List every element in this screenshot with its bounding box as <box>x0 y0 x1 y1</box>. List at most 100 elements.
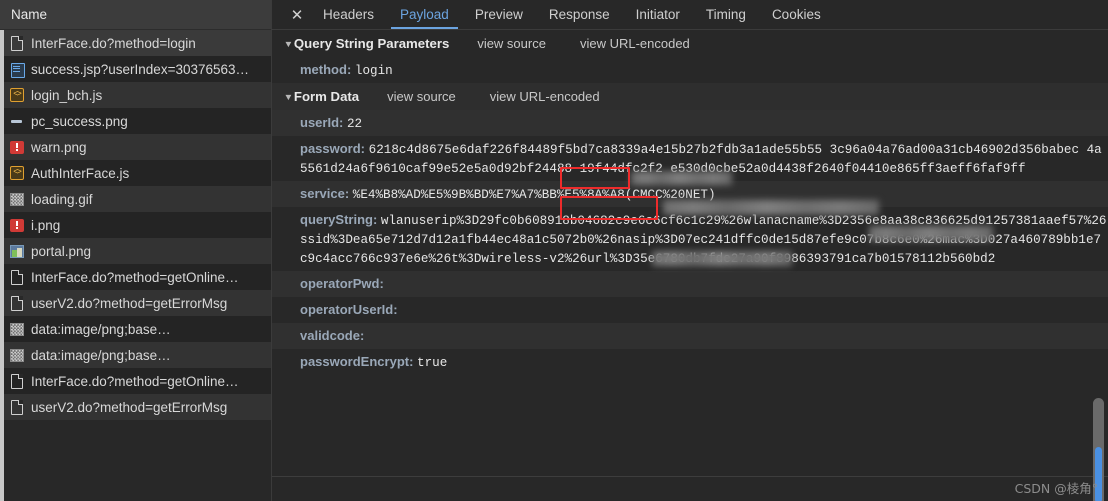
parameter-key: queryString: <box>300 211 378 227</box>
parameter-row: userId: 22 <box>272 110 1108 136</box>
parameter-row: operatorUserId: <box>272 297 1108 323</box>
request-list-item-label: warn.png <box>31 139 87 155</box>
parameter-key: passwordEncrypt: <box>300 353 414 369</box>
request-list-item-label: InterFace.do?method=getOnline… <box>31 373 239 389</box>
document-icon <box>10 374 24 389</box>
request-list-item[interactable]: i.png <box>0 212 271 238</box>
form-data-header[interactable]: ▼ Form Data view source view URL-encoded <box>272 83 1108 110</box>
section-divider <box>272 476 1108 477</box>
request-list-item-label: AuthInterFace.js <box>31 165 130 181</box>
request-list: InterFace.do?method=login success.jsp?use… <box>0 30 271 420</box>
form-data-title: Form Data <box>293 89 360 104</box>
tab-label: Cookies <box>771 7 821 22</box>
parameter-row: passwordEncrypt: true <box>272 349 1108 375</box>
tab-initiator[interactable]: Initiator <box>623 0 693 29</box>
request-list-item-label: data:image/png;base… <box>31 321 171 337</box>
request-list-item[interactable]: data:image/png;base… <box>0 342 271 368</box>
request-list-item[interactable]: portal.png <box>0 238 271 264</box>
request-list-item[interactable]: loading.gif <box>0 186 271 212</box>
tab-label: Headers <box>323 7 375 22</box>
parameter-key: userId: <box>300 114 344 130</box>
column-header-name[interactable]: Name <box>0 0 271 30</box>
image-icon <box>10 192 24 206</box>
request-list-item-label: pc_success.png <box>31 113 128 129</box>
red-warning-image-icon <box>10 140 24 154</box>
form-data-view-source-link[interactable]: view source <box>387 89 456 104</box>
parameter-row: method: login <box>272 57 1108 83</box>
script-icon <box>10 88 24 102</box>
tab-headers[interactable]: Headers <box>310 0 387 29</box>
query-string-view-url-encoded-link[interactable]: view URL-encoded <box>580 36 690 51</box>
request-list-item-label: portal.png <box>31 243 92 259</box>
dash-image-icon <box>10 114 24 128</box>
parameter-row: operatorPwd: <box>272 271 1108 297</box>
parameter-value[interactable]: login <box>355 64 393 78</box>
form-data-parameter-rows: userId: 22 password: 6218c4d8675e6daf226f… <box>272 110 1108 375</box>
network-request-list-panel: Name InterFace.do?method=login success.js… <box>0 0 272 501</box>
redacted-password-line1 <box>663 200 879 215</box>
redacted-password-line3 <box>652 251 792 266</box>
parameter-key: method: <box>300 61 352 77</box>
tab-preview[interactable]: Preview <box>462 0 536 29</box>
request-list-item[interactable]: AuthInterFace.js <box>0 160 271 186</box>
parameter-key: operatorUserId: <box>300 301 398 317</box>
parameter-value[interactable]: %E4%B8%AD%E5%9B%BD%E7%A7%BB%E5%8A%A8(CMC… <box>353 188 716 202</box>
parameter-value[interactable]: 22 <box>347 117 362 131</box>
sidebar-vertical-scrollbar[interactable] <box>0 30 4 501</box>
request-list-item[interactable]: success.jsp?userIndex=30376563… <box>0 56 271 82</box>
request-list-item-label: InterFace.do?method=getOnline… <box>31 269 239 285</box>
request-list-item[interactable]: login_bch.js <box>0 82 271 108</box>
request-list-item-label: data:image/png;base… <box>31 347 171 363</box>
tab-timing[interactable]: Timing <box>693 0 759 29</box>
parameter-row: validcode: <box>272 323 1108 349</box>
chevron-down-icon[interactable]: ▼ <box>284 92 294 102</box>
parameter-key: validcode: <box>300 327 365 343</box>
query-string-parameter-rows: method: login <box>272 57 1108 83</box>
request-list-item[interactable]: warn.png <box>0 134 271 160</box>
document-icon <box>10 270 24 285</box>
column-header-name-label: Name <box>11 7 48 22</box>
request-list-item[interactable]: InterFace.do?method=getOnline… <box>0 368 271 394</box>
color-image-icon <box>10 244 24 258</box>
request-list-item-label: InterFace.do?method=login <box>31 35 196 51</box>
html-document-icon <box>10 62 25 78</box>
detail-tabbar: ✕ Headers Payload Preview Response Initiator… <box>272 0 1108 30</box>
request-list-item-label: userV2.do?method=getErrorMsg <box>31 399 228 415</box>
request-list-item-label: i.png <box>31 217 61 233</box>
image-icon <box>10 322 24 336</box>
tab-label: Initiator <box>635 7 680 22</box>
request-list-item[interactable]: InterFace.do?method=login <box>0 30 271 56</box>
document-icon <box>10 296 24 311</box>
request-list-item[interactable]: userV2.do?method=getErrorMsg <box>0 290 271 316</box>
tab-label: Payload <box>400 7 449 22</box>
document-icon <box>10 400 24 415</box>
request-list-item[interactable]: userV2.do?method=getErrorMsg <box>0 394 271 420</box>
chevron-down-icon[interactable]: ▼ <box>284 39 294 49</box>
script-icon <box>10 166 24 180</box>
request-list-item-label: success.jsp?userIndex=30376563… <box>31 61 250 77</box>
request-list-item[interactable]: data:image/png;base… <box>0 316 271 342</box>
request-list-item[interactable]: pc_success.png <box>0 108 271 134</box>
request-list-item-label: loading.gif <box>31 191 93 207</box>
tab-label: Response <box>548 7 610 22</box>
request-list-item-label: userV2.do?method=getErrorMsg <box>31 295 228 311</box>
tab-label: Timing <box>705 7 746 22</box>
parameter-key: password: <box>300 140 366 156</box>
close-icon[interactable]: ✕ <box>284 0 310 29</box>
request-detail-panel: ✕ Headers Payload Preview Response Initiator… <box>272 0 1108 501</box>
parameter-value[interactable]: true <box>417 356 447 370</box>
document-icon <box>10 36 24 51</box>
form-data-view-url-encoded-link[interactable]: view URL-encoded <box>490 89 600 104</box>
tab-response[interactable]: Response <box>536 0 623 29</box>
image-icon <box>10 348 24 362</box>
tab-payload[interactable]: Payload <box>387 0 462 29</box>
parameter-key: operatorPwd: <box>300 275 384 291</box>
payload-content: ▼ Query String Parameters view source vi… <box>272 30 1108 501</box>
request-list-item[interactable]: InterFace.do?method=getOnline… <box>0 264 271 290</box>
query-string-parameters-title: Query String Parameters <box>293 36 450 51</box>
devtools-network-panel: Name InterFace.do?method=login success.js… <box>0 0 1108 501</box>
query-string-parameters-header[interactable]: ▼ Query String Parameters view source vi… <box>272 30 1108 57</box>
request-list-item-label: login_bch.js <box>31 87 103 103</box>
tab-cookies[interactable]: Cookies <box>759 0 834 29</box>
query-string-view-source-link[interactable]: view source <box>477 36 546 51</box>
